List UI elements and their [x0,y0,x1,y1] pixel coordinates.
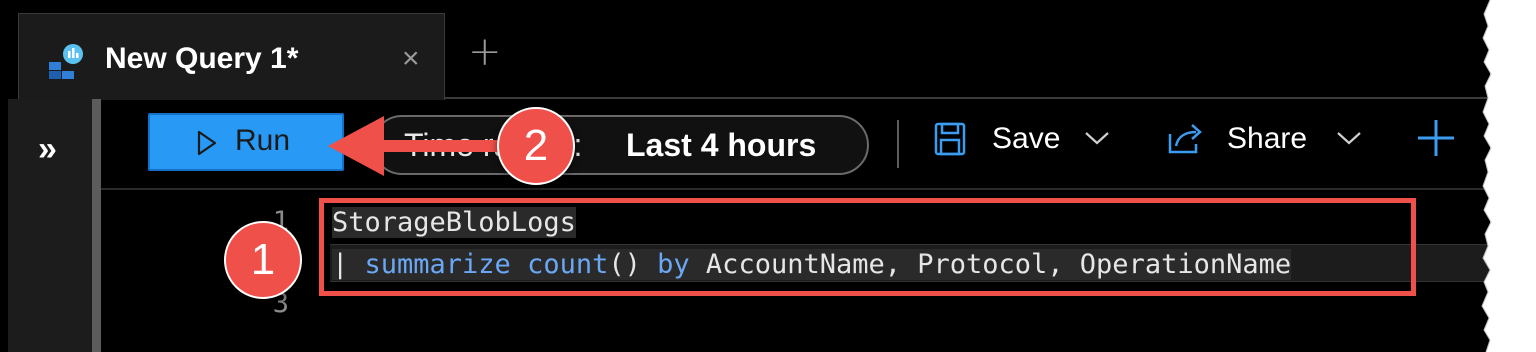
share-icon[interactable] [1166,120,1206,156]
share-button[interactable]: Share [1227,122,1307,156]
save-button[interactable]: Save [992,122,1060,156]
tab-title: New Query 1* [105,42,299,75]
step-1-badge: 1 [224,221,302,299]
time-range-value: Last 4 hours [626,127,817,163]
arrow-icon [328,116,502,176]
tabbar-divider [445,97,1490,99]
close-icon[interactable]: × [402,44,420,74]
save-icon[interactable] [933,121,967,157]
expand-icon[interactable]: » [38,130,57,169]
torn-edge [1481,0,1500,352]
rail-scrollbar[interactable] [92,99,101,352]
query-highlight-box [319,198,1416,296]
run-label: Run [235,124,291,157]
play-icon [197,130,217,156]
side-rail [8,99,100,352]
step-2-badge: 2 [497,107,575,185]
tab-new-query-1[interactable]: New Query 1* × [18,13,445,100]
new-tab-button[interactable]: + [468,32,502,72]
add-icon[interactable] [1416,118,1456,158]
chevron-down-icon[interactable] [1336,130,1362,146]
run-button[interactable]: Run [148,113,344,171]
query-editor-window: New Query 1* × + » Run Time range : Last… [0,0,1490,352]
log-analytics-icon [49,44,83,79]
toolbar-separator [897,120,899,168]
chevron-down-icon[interactable] [1084,130,1110,146]
